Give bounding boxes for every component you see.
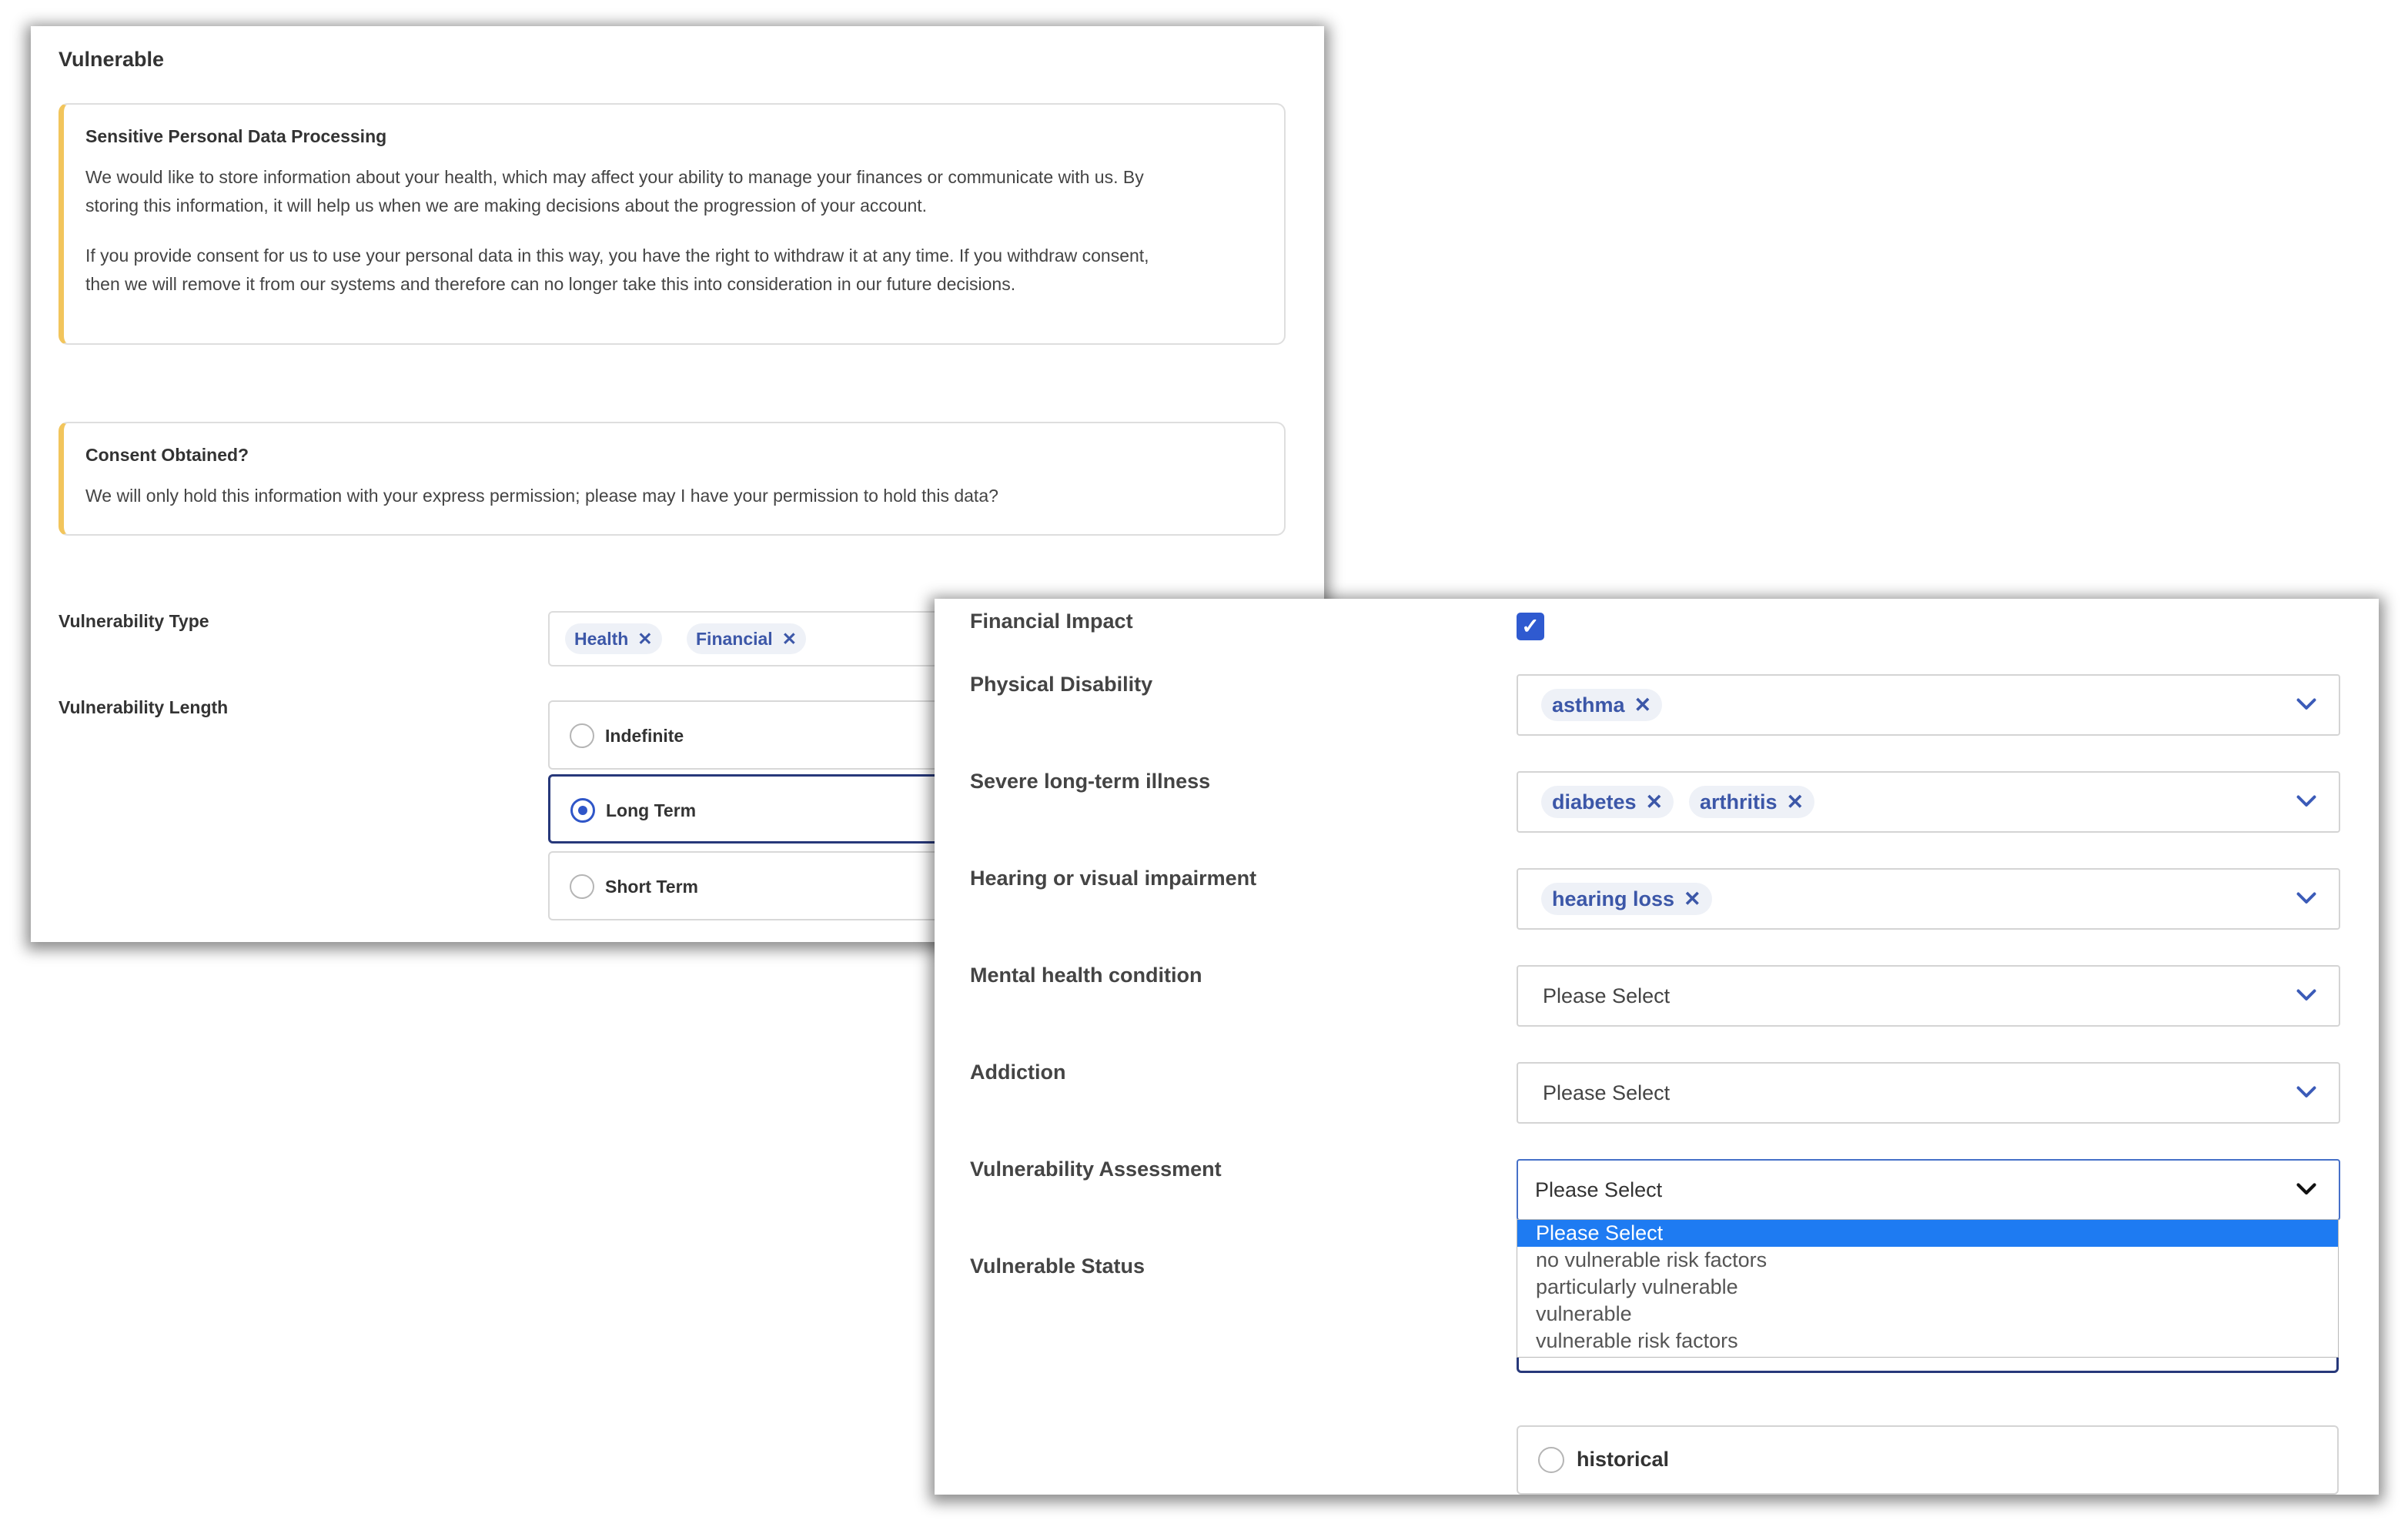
chevron-down-icon[interactable] [2293,980,2320,1008]
dropdown-option[interactable]: vulnerable risk factors [1517,1328,2338,1355]
chevron-down-icon[interactable] [2293,884,2320,911]
mental-health-select[interactable]: Please Select [1517,965,2340,1027]
tag-financial: Financial ✕ [687,623,806,654]
chevron-down-icon[interactable] [2293,1077,2320,1105]
close-icon[interactable]: ✕ [1634,693,1652,717]
tag-label: Financial [696,629,773,649]
hearing-visual-select[interactable]: hearing loss ✕ [1517,868,2340,930]
notice-text-line: If you provide consent for us to use you… [85,246,1149,266]
notice-text-line: then we will remove it from our systems … [85,274,1016,294]
tag-arthritis: arthritis ✕ [1689,786,1815,818]
severe-illness-select[interactable]: diabetes ✕ arthritis ✕ [1517,771,2340,833]
vulnerability-assessment-label: Vulnerability Assessment [970,1158,1222,1181]
tag-hearing-loss: hearing loss ✕ [1541,883,1712,915]
radio-label: historical [1577,1448,1670,1471]
close-icon[interactable]: ✕ [782,629,797,649]
radio-button[interactable] [570,723,594,748]
tag-label: Health [574,629,629,649]
radio-button[interactable] [1538,1447,1564,1473]
dropdown-option[interactable]: Please Select [1517,1220,2338,1247]
select-value: Please Select [1543,1081,1671,1104]
notice-title: Sensitive Personal Data Processing [85,126,387,146]
tag-label: asthma [1552,693,1625,717]
hearing-visual-label: Hearing or visual impairment [970,867,1257,890]
vulnerable-status-label: Vulnerable Status [970,1254,1145,1278]
financial-impact-checkbox[interactable]: ✓ [1517,613,1544,640]
close-icon[interactable]: ✕ [1684,887,1701,910]
radio-button-selected[interactable] [570,798,595,823]
notice-text: We will only hold this information with … [85,486,998,506]
notice-title: Consent Obtained? [85,445,249,465]
physical-disability-select[interactable]: asthma ✕ [1517,674,2340,736]
tag-health: Health ✕ [565,623,662,654]
tag-label: diabetes [1552,790,1637,813]
close-icon[interactable]: ✕ [637,629,652,649]
radio-label: Short Term [605,877,698,897]
dropdown-option[interactable]: no vulnerable risk factors [1517,1247,2338,1274]
financial-impact-label: Financial Impact [970,610,1133,633]
chevron-down-icon[interactable] [2293,787,2320,814]
radio-button[interactable] [570,874,594,899]
notice-text-line: We would like to store information about… [85,167,1144,187]
chevron-down-icon[interactable] [2293,1174,2320,1202]
severe-illness-label: Severe long-term illness [970,770,1211,793]
vulnerability-assessment-select[interactable]: Please Select [1517,1159,2340,1221]
sensitive-data-notice: Sensitive Personal Data Processing We wo… [59,103,1286,345]
addiction-label: Addiction [970,1061,1066,1084]
tag-diabetes: diabetes ✕ [1541,786,1674,818]
tag-asthma: asthma ✕ [1541,689,1663,721]
check-icon: ✓ [1521,614,1540,638]
radio-label: Long Term [606,800,697,820]
status-option-historical[interactable]: historical [1517,1425,2339,1495]
physical-disability-label: Physical Disability [970,673,1153,696]
select-value: Please Select [1543,984,1671,1007]
close-icon[interactable]: ✕ [1787,790,1804,813]
health-details-panel: Financial Impact ✓ Physical Disability a… [935,599,2379,1495]
panel-title: Vulnerable [59,48,165,71]
radio-label: Indefinite [605,726,684,746]
vulnerability-type-label: Vulnerability Type [59,611,209,631]
addiction-select[interactable]: Please Select [1517,1062,2340,1124]
vulnerability-assessment-options: Please Select no vulnerable risk factors… [1517,1219,2339,1358]
vulnerability-length-label: Vulnerability Length [59,697,229,717]
chevron-down-icon[interactable] [2293,690,2320,717]
notice-text-line: storing this information, it will help u… [85,195,928,215]
tag-label: hearing loss [1552,887,1675,910]
consent-notice: Consent Obtained? We will only hold this… [59,422,1286,536]
dropdown-option[interactable]: vulnerable [1517,1301,2338,1328]
dropdown-option[interactable]: particularly vulnerable [1517,1274,2338,1301]
close-icon[interactable]: ✕ [1646,790,1664,813]
tag-label: arthritis [1700,790,1778,813]
select-value: Please Select [1535,1178,1663,1201]
mental-health-label: Mental health condition [970,964,1202,987]
